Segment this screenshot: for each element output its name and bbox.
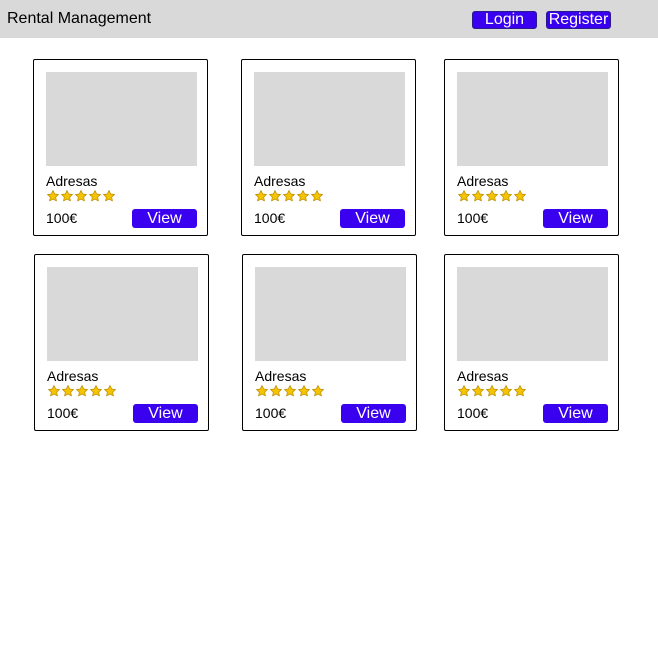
star-icon [458,190,470,202]
star-icon [269,190,281,202]
listing-price: 100€ [457,405,489,421]
star-icon [270,385,282,397]
view-button[interactable]: View [132,209,197,228]
star-icon [256,385,268,397]
view-button[interactable]: View [543,404,608,423]
star-icon [312,385,324,397]
view-button[interactable]: View [133,404,198,423]
view-button[interactable]: View [340,209,405,228]
star-icon [514,385,526,397]
star-icon [472,385,484,397]
star-icon [458,385,470,397]
listing-price: 100€ [255,405,287,421]
listing-rating [46,189,116,203]
listing-card: Adresas 100€ View [34,254,209,431]
listing-address: Adresas [255,368,307,384]
star-icon [486,190,498,202]
register-button[interactable]: Register [546,11,611,29]
star-icon [104,385,116,397]
listing-image-placeholder [47,267,198,361]
star-icon [284,385,296,397]
listing-address: Adresas [457,173,509,189]
star-icon [90,385,102,397]
star-icon [514,190,526,202]
listing-address: Adresas [46,173,98,189]
listing-price: 100€ [47,405,79,421]
star-icon [103,190,115,202]
star-icon [486,385,498,397]
listing-address: Adresas [47,368,99,384]
star-icon [61,190,73,202]
listing-rating [254,189,324,203]
star-icon [89,190,101,202]
listing-card: Adresas 100€ View [242,254,417,431]
star-icon [283,190,295,202]
listing-image-placeholder [46,72,197,166]
star-icon [255,190,267,202]
listing-card: Adresas 100€ View [444,254,619,431]
listing-image-placeholder [255,267,406,361]
star-icon [500,190,512,202]
star-icon [311,190,323,202]
star-icon [76,385,88,397]
listing-card: Adresas 100€ View [241,59,416,236]
view-button[interactable]: View [341,404,406,423]
star-icon [297,190,309,202]
listing-image-placeholder [254,72,405,166]
star-icon [298,385,310,397]
listing-price: 100€ [254,210,286,226]
login-button[interactable]: Login [472,11,537,29]
star-icon [472,190,484,202]
listing-card: Adresas 100€ View [33,59,208,236]
listing-card: Adresas 100€ View [444,59,619,236]
top-navbar: Rental Management Login Register [0,0,658,38]
star-icon [48,385,60,397]
star-icon [47,190,59,202]
listing-address: Adresas [254,173,306,189]
listing-price: 100€ [46,210,78,226]
app-title: Rental Management [7,10,152,27]
listing-rating [457,189,527,203]
listing-price: 100€ [457,210,489,226]
listing-address: Adresas [457,368,509,384]
listing-rating [255,384,325,398]
view-button[interactable]: View [543,209,608,228]
listing-rating [457,384,527,398]
star-icon [500,385,512,397]
star-icon [62,385,74,397]
listing-image-placeholder [457,267,608,361]
listing-image-placeholder [457,72,608,166]
listing-rating [47,384,117,398]
star-icon [75,190,87,202]
